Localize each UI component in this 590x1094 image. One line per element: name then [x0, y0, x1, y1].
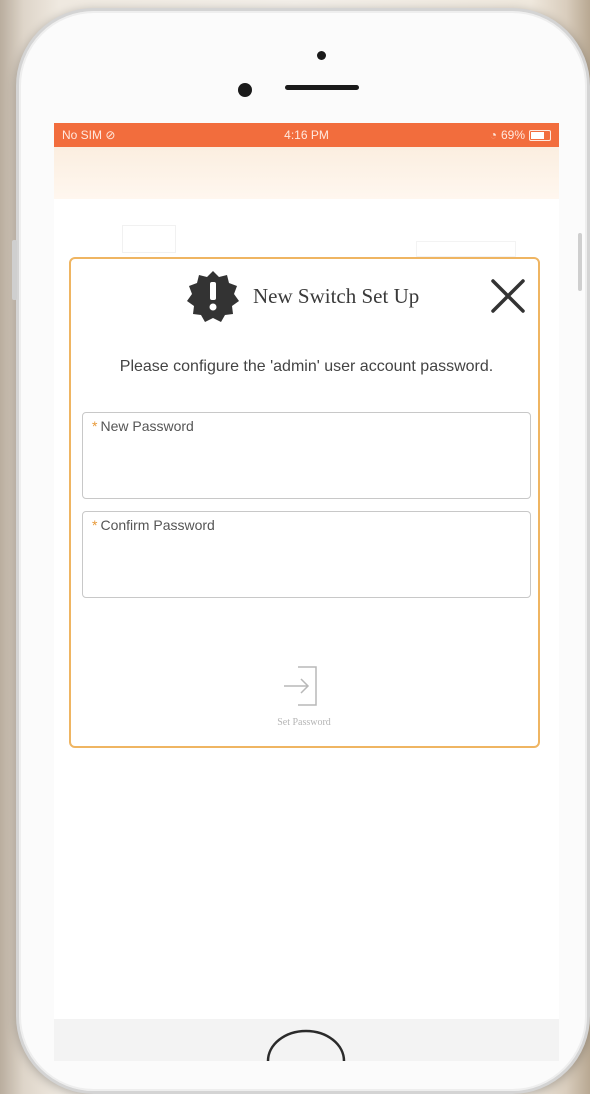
battery-icon	[529, 129, 551, 141]
new-password-label: * New Password	[92, 418, 194, 434]
confirm-password-label: * Confirm Password	[92, 517, 215, 533]
dialog-title: New Switch Set Up	[253, 284, 420, 308]
side-button	[12, 240, 17, 300]
new-password-label-text: New Password	[100, 418, 194, 434]
status-bar: No SIM ⊘ 4:16 PM ◔ 69%	[54, 123, 559, 147]
required-marker: *	[92, 418, 98, 434]
battery-group: ◔ 69%	[490, 128, 551, 142]
clock: 4:16 PM	[284, 128, 329, 142]
location-icon: ◔	[489, 128, 497, 142]
battery-percent: 69%	[500, 128, 525, 142]
dialog-instruction: Please configure the 'admin' user accoun…	[119, 358, 494, 375]
confirm-password-input[interactable]	[92, 542, 521, 588]
earpiece-speaker	[285, 85, 359, 90]
set-password-label: Set Password	[277, 717, 331, 728]
login-arrow-icon	[284, 666, 317, 706]
background-element	[416, 241, 516, 257]
home-button[interactable]	[264, 1023, 348, 1061]
close-icon[interactable]	[489, 277, 527, 315]
set-password-button[interactable]: Set Password	[239, 659, 369, 741]
alert-badge-icon	[187, 271, 239, 322]
app-header-background	[54, 147, 559, 199]
proximity-sensor	[317, 51, 326, 60]
confirm-password-field[interactable]: * Confirm Password	[82, 511, 531, 598]
phone-screen: No SIM ⊘ 4:16 PM ◔ 69% New Switch Set Up…	[54, 123, 559, 1061]
new-password-input[interactable]	[92, 443, 521, 489]
new-switch-setup-dialog: New Switch Set Up Please configure the '…	[69, 257, 540, 748]
background-element	[122, 225, 176, 253]
confirm-password-label-text: Confirm Password	[100, 517, 215, 533]
volume-button	[578, 233, 582, 291]
new-password-field[interactable]: * New Password	[82, 412, 531, 499]
required-marker: *	[92, 517, 98, 533]
front-camera	[238, 83, 252, 97]
dialog-header: New Switch Set Up	[71, 267, 542, 323]
